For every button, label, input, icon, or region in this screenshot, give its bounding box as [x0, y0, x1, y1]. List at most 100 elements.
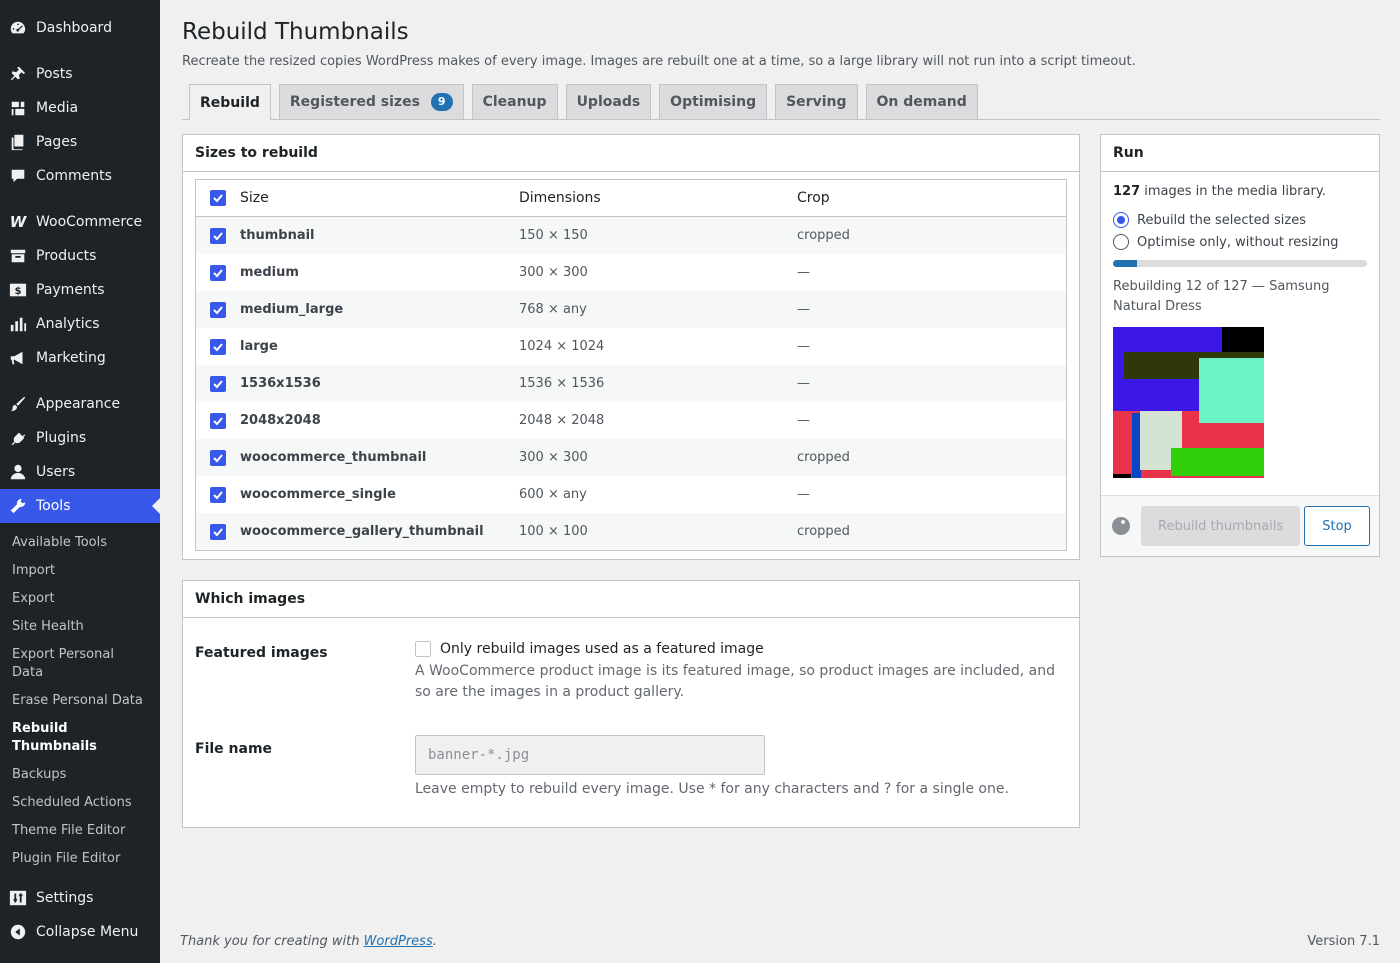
submenu-available-tools[interactable]: Available Tools — [0, 529, 160, 557]
size-dimensions: 600 × any — [519, 487, 587, 502]
size-checkbox[interactable] — [210, 523, 226, 540]
submenu-backups[interactable]: Backups — [0, 761, 160, 789]
submenu-export-personal-data[interactable]: Export Personal Data — [0, 641, 160, 687]
payments-icon: $ — [8, 280, 28, 300]
size-crop: — — [797, 302, 810, 317]
tab-bar: Rebuild Registered sizes 9 Cleanup Upload… — [182, 84, 1380, 121]
archive-icon — [8, 246, 28, 266]
select-all-checkbox[interactable] — [210, 190, 226, 206]
menu-appearance[interactable]: Appearance — [0, 387, 160, 421]
menu-label: Posts — [36, 66, 73, 82]
size-name: 2048x2048 — [240, 413, 321, 428]
submenu-site-health[interactable]: Site Health — [0, 613, 160, 641]
tab-label: Registered sizes — [289, 94, 420, 110]
menu-analytics[interactable]: Analytics — [0, 307, 160, 341]
progress-bar — [1113, 260, 1367, 267]
run-status-text: Rebuilding 12 of 127 — Samsung Natural D… — [1113, 279, 1330, 314]
size-checkbox[interactable] — [210, 375, 226, 392]
featured-images-label: Featured images — [195, 645, 328, 661]
submenu-erase-personal-data[interactable]: Erase Personal Data — [0, 687, 160, 715]
menu-pages[interactable]: Pages — [0, 125, 160, 159]
size-name: 1536x1536 — [240, 376, 321, 391]
menu-tools[interactable]: Tools — [0, 489, 160, 523]
size-checkbox[interactable] — [210, 301, 226, 318]
collapse-menu-button[interactable]: Collapse Menu — [0, 915, 160, 949]
wordpress-link[interactable]: WordPress — [364, 934, 433, 949]
table-row: 2048x2048 2048 × 2048 — — [196, 402, 1066, 439]
option-optimise[interactable]: Optimise only, without resizing — [1113, 234, 1367, 250]
progress-fill — [1113, 260, 1137, 267]
size-crop: cropped — [797, 524, 850, 539]
check-icon — [213, 194, 223, 203]
tab-rebuild[interactable]: Rebuild — [189, 84, 271, 121]
size-checkbox[interactable] — [210, 227, 226, 244]
size-name: woocommerce_thumbnail — [240, 450, 427, 465]
dashboard-icon — [8, 18, 28, 38]
featured-only-checkbox[interactable] — [415, 641, 431, 657]
file-name-input[interactable]: banner-*.jpg — [415, 735, 765, 775]
menu-label: Media — [36, 100, 79, 116]
size-checkbox[interactable] — [210, 264, 226, 281]
stop-button[interactable]: Stop — [1304, 506, 1370, 546]
image-count: 127 — [1113, 184, 1141, 199]
submenu-export[interactable]: Export — [0, 585, 160, 613]
tab-registered-sizes[interactable]: Registered sizes 9 — [278, 84, 464, 120]
check-icon — [213, 416, 223, 425]
size-checkbox[interactable] — [210, 486, 226, 503]
size-checkbox[interactable] — [210, 449, 226, 466]
menu-users[interactable]: Users — [0, 455, 160, 489]
tab-serving[interactable]: Serving — [775, 84, 858, 120]
menu-label: Settings — [36, 890, 94, 906]
menu-comments[interactable]: Comments — [0, 159, 160, 193]
submenu-import[interactable]: Import — [0, 557, 160, 585]
tab-uploads[interactable]: Uploads — [565, 84, 652, 120]
submenu-plugin-file-editor[interactable]: Plugin File Editor — [0, 845, 160, 873]
submenu-theme-file-editor[interactable]: Theme File Editor — [0, 817, 160, 845]
rebuild-radio[interactable] — [1113, 212, 1129, 228]
featured-only-label: Only rebuild images used as a featured i… — [440, 641, 764, 657]
tab-on-demand[interactable]: On demand — [865, 84, 978, 120]
menu-settings[interactable]: Settings — [0, 881, 160, 915]
size-checkbox[interactable] — [210, 412, 226, 429]
page-title: Rebuild Thumbnails — [182, 19, 409, 45]
menu-label: Plugins — [36, 430, 87, 446]
submenu-scheduled-actions[interactable]: Scheduled Actions — [0, 789, 160, 817]
menu-marketing[interactable]: Marketing — [0, 341, 160, 375]
brush-icon — [8, 394, 28, 414]
menu-dashboard[interactable]: Dashboard — [0, 11, 160, 45]
footer-thanks-suffix: . — [432, 934, 437, 949]
size-crop: cropped — [797, 228, 850, 243]
run-actions: Rebuild thumbnails Stop — [1101, 495, 1379, 556]
size-checkbox[interactable] — [210, 338, 226, 355]
tab-cleanup[interactable]: Cleanup — [471, 84, 558, 120]
rebuild-thumbnails-button[interactable]: Rebuild thumbnails — [1141, 506, 1301, 546]
megaphone-icon — [8, 348, 28, 368]
menu-media[interactable]: Media — [0, 91, 160, 125]
check-icon — [213, 268, 223, 277]
menu-label: Analytics — [36, 316, 100, 332]
which-images-heading: Which images — [183, 581, 1079, 618]
optimise-radio[interactable] — [1113, 234, 1129, 250]
menu-label: Products — [36, 248, 97, 264]
menu-plugins[interactable]: Plugins — [0, 421, 160, 455]
menu-woocommerce[interactable]: W WooCommerce — [0, 205, 160, 239]
wrench-icon — [8, 496, 28, 516]
tab-optimising[interactable]: Optimising — [659, 84, 768, 120]
check-icon — [213, 342, 223, 351]
table-row: 1536x1536 1536 × 1536 — — [196, 365, 1066, 402]
table-row: medium 300 × 300 — — [196, 254, 1066, 291]
menu-label: Dashboard — [36, 20, 112, 36]
sliders-icon — [8, 888, 28, 908]
menu-payments[interactable]: $ Payments — [0, 273, 160, 307]
submenu-rebuild-thumbnails[interactable]: Rebuild Thumbnails — [0, 715, 160, 761]
menu-products[interactable]: Products — [0, 239, 160, 273]
option-rebuild[interactable]: Rebuild the selected sizes — [1113, 212, 1367, 228]
table-header: Size Dimensions Crop — [196, 180, 1066, 217]
tab-label: Cleanup — [482, 94, 547, 110]
check-icon — [213, 490, 223, 499]
image-count-text: 127 images in the media library. — [1113, 184, 1367, 199]
menu-posts[interactable]: Posts — [0, 57, 160, 91]
tab-label: On demand — [876, 94, 967, 110]
comment-icon — [8, 166, 28, 186]
image-count-suffix: images in the media library. — [1140, 184, 1326, 199]
